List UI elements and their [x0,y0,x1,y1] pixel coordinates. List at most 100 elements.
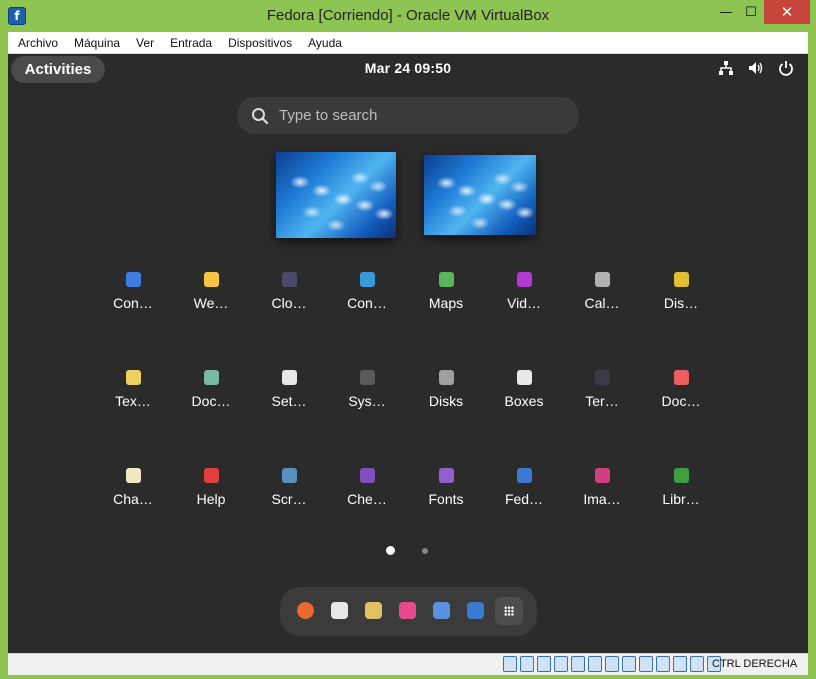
workspace-thumbnail-1[interactable] [276,152,396,238]
app-label: Disks [428,393,464,409]
firefox-icon[interactable] [297,602,314,619]
contacts-icon [126,272,141,287]
workspace-thumbnail-2[interactable] [424,155,536,235]
app-fonts[interactable]: Fonts [407,460,485,520]
app-label: Ima… [583,491,621,507]
app-label: Tex… [115,393,151,409]
disk-usage-icon [674,272,689,287]
page-dot-active[interactable] [386,546,395,555]
guest-screen[interactable]: Activities Mar 24 09:50 Type to search C… [8,54,808,653]
menu-maquina[interactable]: Máquina [66,32,128,54]
app-label: Maps [428,295,464,311]
close-button[interactable]: ✕ [764,0,810,24]
weather-icon [204,272,219,287]
characters-icon [126,468,141,483]
app-disks[interactable]: Disks [407,362,485,422]
calendar-icon[interactable] [331,602,348,619]
app-terminal[interactable]: Ter… [563,362,641,422]
network-icon[interactable] [718,60,734,76]
app-weather[interactable]: We… [172,264,250,324]
vbox-status-icon[interactable] [571,656,585,672]
vbox-status-icon[interactable] [588,656,602,672]
app-label: Con… [113,295,153,311]
search-box[interactable] [237,97,579,134]
search-input[interactable] [279,97,559,134]
app-grid: Con… We… Clo… Con… Maps Vid… Cal… Dis… Tex… Doc… S… [94,264,734,564]
app-label: Dis… [663,295,699,311]
app-calculator[interactable]: Cal… [563,264,641,324]
window-title: Fedora [Corriendo] - Oracle VM VirtualBo… [266,7,550,24]
vbox-status-icon[interactable] [554,656,568,672]
app-label: Cha… [113,491,153,507]
app-fedora-media-writer[interactable]: Fed… [485,460,563,520]
vbox-status-icon[interactable] [690,656,704,672]
volume-icon[interactable] [748,60,764,76]
app-label: Fed… [504,491,544,507]
app-disk-usage[interactable]: Dis… [642,264,720,324]
grid-dots-icon [504,606,514,616]
power-icon[interactable] [778,60,794,76]
menu-dispositivos[interactable]: Dispositivos [220,32,300,54]
app-videos[interactable]: Vid… [485,264,563,324]
status-icons [503,656,721,674]
maps-icon [439,272,454,287]
window-titlebar[interactable]: f Fedora [Corriendo] - Oracle VM Virtual… [0,0,816,32]
app-contacts[interactable]: Con… [94,264,172,324]
software-icon[interactable] [399,602,416,619]
text-editor-icon [126,370,141,385]
minimize-button[interactable]: — [712,0,740,24]
document-scanner-icon [204,370,219,385]
vbox-status-icon[interactable] [639,656,653,672]
app-label: Boxes [504,393,544,409]
vbox-status-icon[interactable] [673,656,687,672]
vbox-status-icon[interactable] [537,656,551,672]
host-key-label[interactable]: CTRL DERECHA [712,658,797,670]
app-maps[interactable]: Maps [407,264,485,324]
menu-entrada[interactable]: Entrada [162,32,220,54]
app-label: Help [196,491,226,507]
videos-icon [517,272,532,287]
menu-ver[interactable]: Ver [128,32,162,54]
rhythmbox-icon[interactable] [365,602,382,619]
app-document-scanner[interactable]: Doc… [172,362,250,422]
dash [280,587,537,636]
clock[interactable]: Mar 24 09:50 [8,60,808,76]
app-cheese[interactable]: Che… [328,460,406,520]
files-icon[interactable] [433,602,450,619]
system-menu[interactable] [718,60,794,76]
app-clocks[interactable]: Clo… [250,264,328,324]
fonts-icon [439,468,454,483]
show-apps-icon[interactable] [495,597,523,625]
app-libreoffice-calc[interactable]: Libr… [642,460,720,520]
page-dot[interactable] [422,548,428,554]
vbox-status-icon[interactable] [656,656,670,672]
clocks-icon [282,272,297,287]
connections-icon [360,272,375,287]
system-monitor-icon [360,370,375,385]
app-document-viewer[interactable]: Doc… [642,362,720,422]
terminal-icon [595,370,610,385]
vbox-status-icon[interactable] [622,656,636,672]
vbox-status-icon[interactable] [520,656,534,672]
app-label: Set… [271,393,307,409]
app-screenshot[interactable]: Scr… [250,460,328,520]
app-settings[interactable]: Set… [250,362,328,422]
menu-archivo[interactable]: Archivo [10,32,66,54]
app-image-viewer[interactable]: Ima… [563,460,641,520]
vbox-statusbar: CTRL DERECHA [8,653,808,675]
maximize-button[interactable]: ☐ [738,0,764,24]
vbox-status-icon[interactable] [503,656,517,672]
cheese-icon [360,468,375,483]
app-system-monitor[interactable]: Sys… [328,362,406,422]
app-label: Vid… [507,295,541,311]
vbox-status-icon[interactable] [605,656,619,672]
virtualbox-window: f Fedora [Corriendo] - Oracle VM Virtual… [0,0,816,679]
app-text-editor[interactable]: Tex… [94,362,172,422]
app-boxes[interactable]: Boxes [485,362,563,422]
menu-ayuda[interactable]: Ayuda [300,32,350,54]
screenshot-icon [282,468,297,483]
app-help[interactable]: Help [172,460,250,520]
app-characters[interactable]: Cha… [94,460,172,520]
fedora-media-writer-icon[interactable] [467,602,484,619]
app-connections[interactable]: Con… [328,264,406,324]
